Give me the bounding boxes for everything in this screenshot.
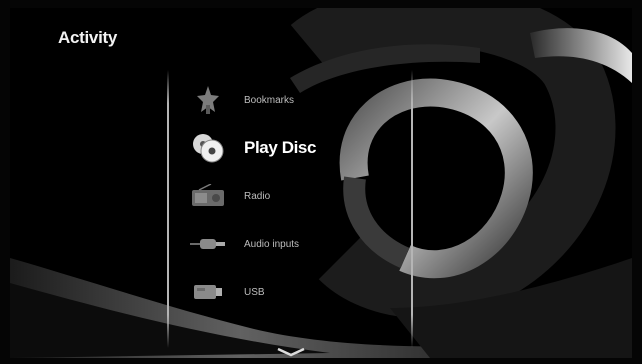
menu-item-audio-inputs[interactable]: Audio inputs <box>178 220 408 268</box>
activity-menu: Bookmarks Play Disc Radio Audio inputs U… <box>178 76 408 316</box>
scroll-down-button[interactable] <box>274 344 308 357</box>
menu-item-label: Bookmarks <box>244 94 295 106</box>
page-title: Activity <box>58 28 118 47</box>
radio-icon <box>188 178 228 214</box>
menu-item-label: Play Disc <box>244 138 317 157</box>
bookmark-star-icon <box>188 82 228 118</box>
menu-item-label: USB <box>244 286 265 298</box>
usb-drive-icon <box>188 274 228 310</box>
chevron-down-icon <box>276 344 306 357</box>
menu-item-play-disc[interactable]: Play Disc <box>178 124 408 172</box>
audio-input-plug-icon <box>188 226 228 262</box>
disc-icon <box>188 130 228 166</box>
menu-item-label: Audio inputs <box>244 238 300 250</box>
menu-item-label: Radio <box>244 190 271 202</box>
screen-frame: Activity Bookmarks Play Disc Radio Audio… <box>10 8 632 358</box>
menu-item-bookmarks[interactable]: Bookmarks <box>178 76 408 124</box>
right-divider <box>411 70 413 348</box>
activity-screen: Activity Bookmarks Play Disc Radio Audio… <box>0 0 642 364</box>
menu-item-usb[interactable]: USB <box>178 268 408 316</box>
menu-item-radio[interactable]: Radio <box>178 172 408 220</box>
left-divider <box>167 70 169 348</box>
